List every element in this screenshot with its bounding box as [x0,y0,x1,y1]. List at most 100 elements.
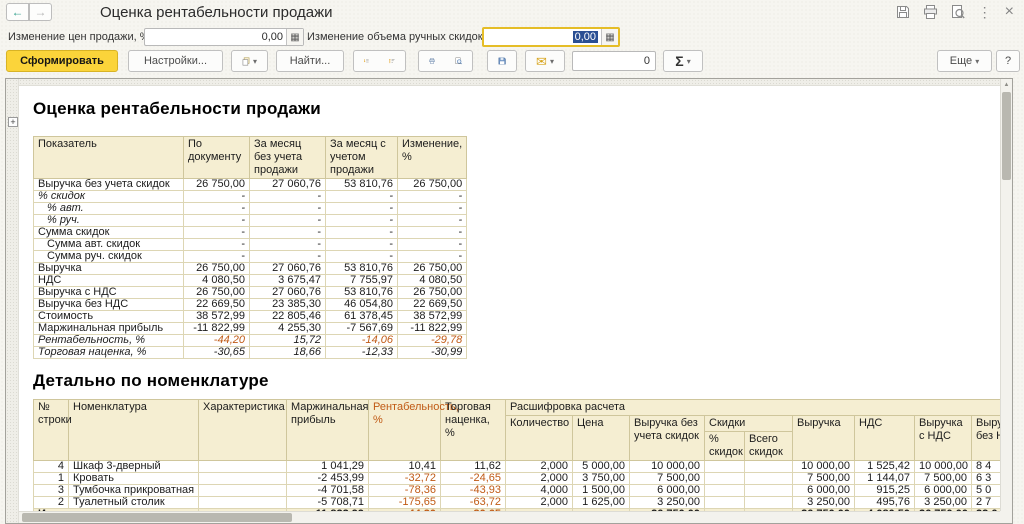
cell[interactable]: 3 250,00 [629,496,705,509]
cell[interactable]: 1 500,00 [572,484,630,497]
cell[interactable]: 1 625,00 [572,496,630,509]
cell[interactable]: 23 385,30 [249,298,326,311]
cell[interactable]: -2 453,99 [286,472,369,485]
cell[interactable]: 38 572,99 [183,310,250,323]
cell[interactable]: Маржинальная прибыль [33,322,184,335]
cell[interactable]: 915,25 [854,484,915,497]
cell[interactable]: -24,65 [440,472,506,485]
cell[interactable]: Выручка без НДС [33,298,184,311]
cell[interactable]: 22 805,46 [249,310,326,323]
cell[interactable] [744,484,793,497]
help-button[interactable]: ? [996,50,1020,72]
cell[interactable]: - [325,202,398,215]
calculator-icon[interactable]: ▦ [286,29,303,45]
cell[interactable]: - [183,226,250,239]
cell[interactable]: 53 810,76 [325,178,398,191]
cell[interactable] [198,496,287,509]
cell[interactable]: 495,76 [854,496,915,509]
cell[interactable]: 10,41 [368,460,441,473]
cell[interactable]: Выручка без учета скидок [33,178,184,191]
cell[interactable]: - [249,250,326,263]
cell[interactable]: 22 669,50 [396,298,468,311]
print-icon[interactable] [923,3,938,21]
more-button[interactable]: Еще ▾ [937,50,992,72]
cell[interactable]: 26 750,00 [396,262,468,275]
cell[interactable]: -32,72 [368,472,441,485]
settings-button[interactable]: Настройки... [128,50,223,72]
cell[interactable] [704,484,745,497]
group-expander-icon[interactable]: + [8,117,18,127]
cell[interactable]: - [249,226,326,239]
cell[interactable]: -30,99 [396,346,468,359]
cell[interactable]: 6 3 [970,472,1000,485]
cell[interactable]: Рентабельность, % [33,334,184,347]
cell[interactable]: 7 755,97 [325,274,398,287]
cell[interactable]: 1 [33,472,69,485]
cell[interactable] [744,472,793,485]
cell[interactable]: 53 810,76 [325,262,398,275]
cell[interactable]: 26 750,00 [183,178,250,191]
cell[interactable]: 4 255,30 [249,322,326,335]
kebab-menu-icon[interactable]: ⋮ [978,3,992,21]
cell[interactable]: 15,72 [249,334,326,347]
cell[interactable]: Стоимость [33,310,184,323]
cell[interactable]: 26 750,00 [183,262,250,275]
save-icon[interactable] [896,3,910,21]
generate-button[interactable]: Сформировать [6,50,118,72]
cell[interactable] [198,484,287,497]
cell[interactable]: 4 080,50 [183,274,250,287]
cell[interactable]: % руч. [33,214,184,227]
cell[interactable]: 6 000,00 [914,484,972,497]
cell[interactable]: Сумма скидок [33,226,184,239]
vertical-scroll-thumb[interactable] [1002,92,1011,180]
cell[interactable]: 3 750,00 [572,472,630,485]
cell[interactable]: - [396,190,468,203]
cell[interactable]: 38 572,99 [396,310,468,323]
cell[interactable]: 27 060,76 [249,178,326,191]
cell[interactable]: 26 750,00 [396,286,468,299]
close-icon[interactable]: × [1005,3,1014,21]
cell[interactable]: 3 [33,484,69,497]
cell[interactable]: - [325,250,398,263]
cell[interactable]: - [183,250,250,263]
print-button[interactable] [418,50,446,72]
cell[interactable]: 3 675,47 [249,274,326,287]
cell[interactable]: - [183,238,250,251]
sum-field[interactable] [572,51,656,71]
cell[interactable]: -43,93 [440,484,506,497]
cell[interactable]: -175,65 [368,496,441,509]
cell[interactable]: - [396,214,468,227]
cell[interactable]: 3 250,00 [792,496,855,509]
cell[interactable]: 26 750,00 [396,178,468,191]
cell[interactable]: % авт. [33,202,184,215]
cell[interactable]: 8 4 [970,460,1000,473]
cell[interactable]: - [183,190,250,203]
cell[interactable]: Туалетный столик [68,496,199,509]
cell[interactable]: - [183,202,250,215]
cell[interactable]: 27 060,76 [249,286,326,299]
cell[interactable]: 5 000,00 [572,460,630,473]
cell[interactable]: 2,000 [505,472,573,485]
cell[interactable]: - [325,214,398,227]
find-button[interactable]: Найти... [276,50,344,72]
cell[interactable]: 4,000 [505,484,573,497]
cell[interactable]: Торговая наценка, % [33,346,184,359]
cell[interactable]: 53 810,76 [325,286,398,299]
calculator-icon[interactable]: ▦ [601,29,618,45]
expand-groups-button[interactable] [379,50,406,72]
cell[interactable]: Выручка [33,262,184,275]
cell[interactable]: - [396,226,468,239]
cell[interactable] [704,496,745,509]
cell[interactable]: 1 144,07 [854,472,915,485]
cell[interactable]: 7 500,00 [792,472,855,485]
cell[interactable]: 1 041,29 [286,460,369,473]
cell[interactable]: - [325,226,398,239]
cell[interactable]: - [249,214,326,227]
cell[interactable]: Шкаф 3-дверный [68,460,199,473]
cell[interactable]: Сумма авт. скидок [33,238,184,251]
cell[interactable]: 10 000,00 [629,460,705,473]
send-mail-button[interactable]: ✉ ▾ [525,50,565,72]
cell[interactable]: Кровать [68,472,199,485]
cell[interactable]: Сумма руч. скидок [33,250,184,263]
cell[interactable]: - [183,214,250,227]
